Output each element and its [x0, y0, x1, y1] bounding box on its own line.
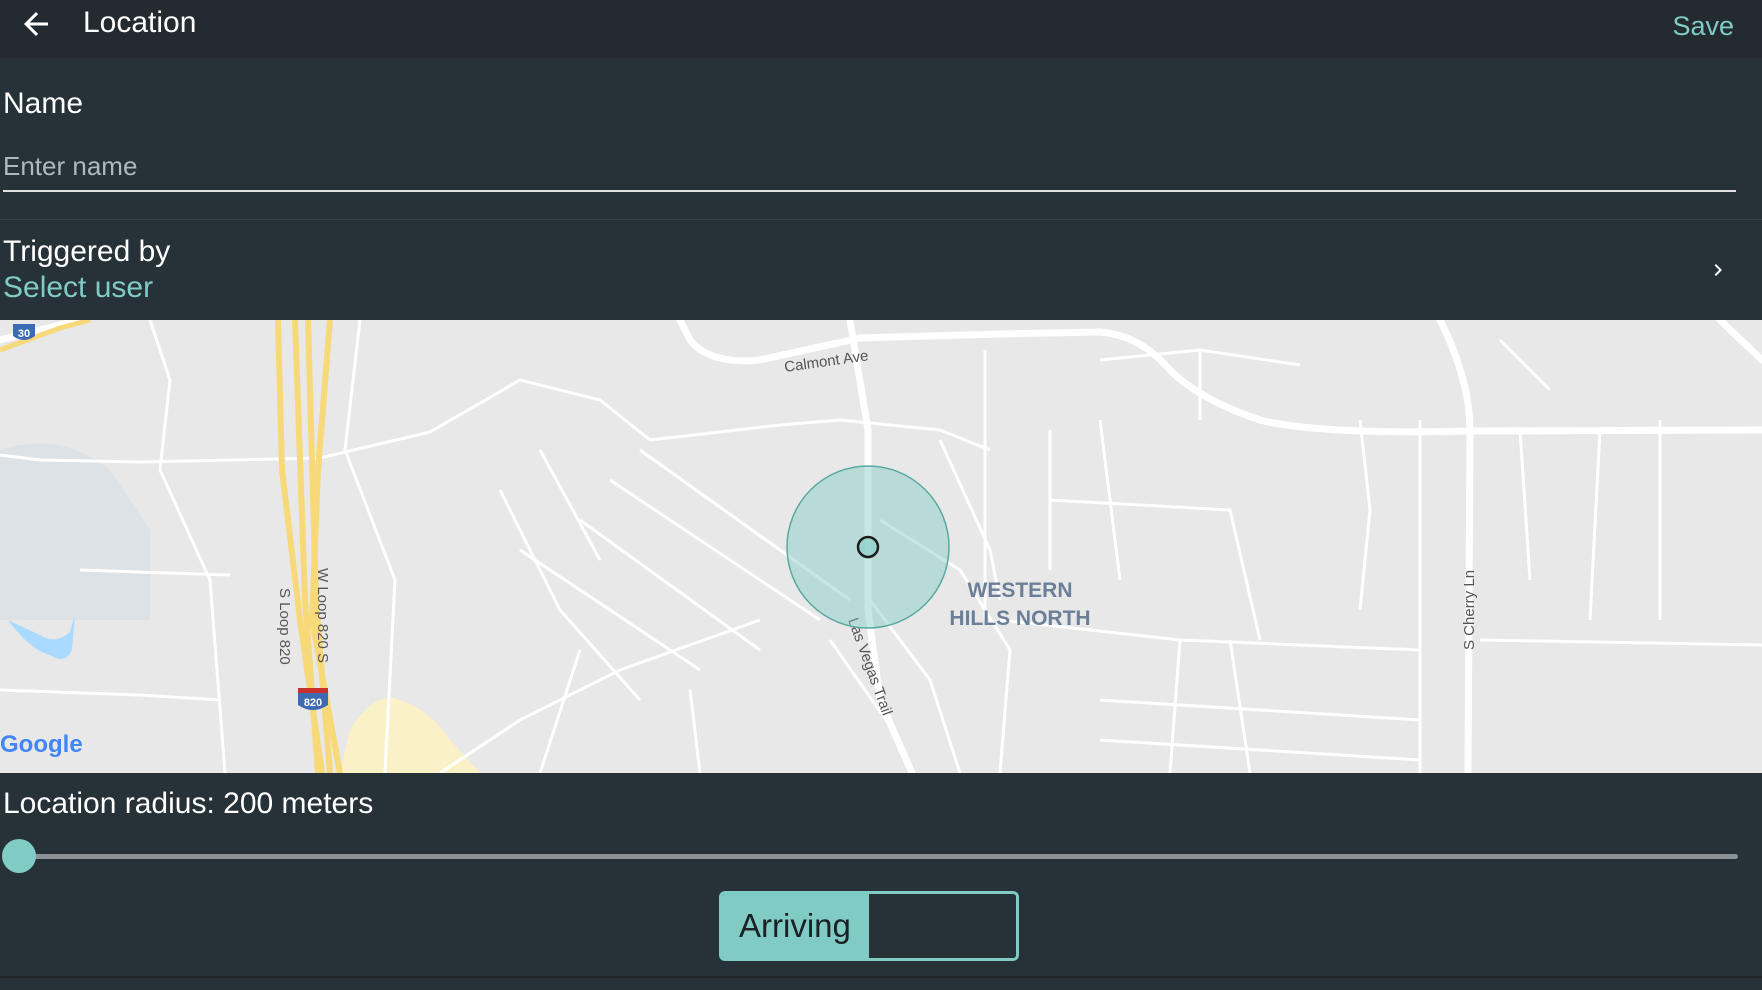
- shield-820-icon: 820: [298, 688, 328, 710]
- google-logo: Google: [0, 731, 83, 758]
- neighborhood-label: WESTERN: [968, 579, 1073, 602]
- toggle-label: Arriving: [739, 907, 851, 944]
- save-button[interactable]: Save: [1672, 9, 1734, 43]
- name-input[interactable]: [3, 142, 1736, 192]
- app-bar: Location Save: [0, 0, 1762, 58]
- chevron-right-icon: [1714, 264, 1722, 276]
- location-marker[interactable]: [856, 535, 880, 559]
- map-view[interactable]: 30 820 Calmont Ave Las Vegas Trail S Loo…: [0, 320, 1762, 773]
- map-canvas: 30 820 Calmont Ave Las Vegas Trail S Loo…: [0, 320, 1762, 773]
- page-title: Location: [83, 6, 197, 39]
- street-label: W Loop 820 S: [314, 568, 331, 663]
- svg-text:30: 30: [18, 328, 30, 340]
- shield-30-icon: 30: [13, 324, 35, 340]
- street-label: S Cherry Ln: [1461, 570, 1478, 650]
- toggle-off-segment: [869, 894, 1016, 958]
- radius-label: Location radius: 200 meters: [3, 787, 374, 820]
- arrow-back-icon: [24, 12, 48, 36]
- name-label: Name: [3, 87, 84, 120]
- triggered-by-row[interactable]: Triggered by Select user: [0, 220, 1762, 320]
- radius-slider[interactable]: [0, 836, 1762, 876]
- back-button[interactable]: [18, 6, 54, 42]
- neighborhood-label: HILLS NORTH: [949, 607, 1090, 630]
- svg-text:820: 820: [304, 697, 322, 709]
- triggered-by-label: Triggered by: [3, 235, 171, 268]
- select-user-link: Select user: [3, 271, 154, 304]
- slider-track: [18, 854, 1738, 859]
- divider: [0, 976, 1762, 978]
- street-label: S Loop 820: [276, 588, 293, 665]
- slider-thumb[interactable]: [2, 839, 36, 873]
- arriving-toggle[interactable]: Arriving: [719, 891, 1019, 961]
